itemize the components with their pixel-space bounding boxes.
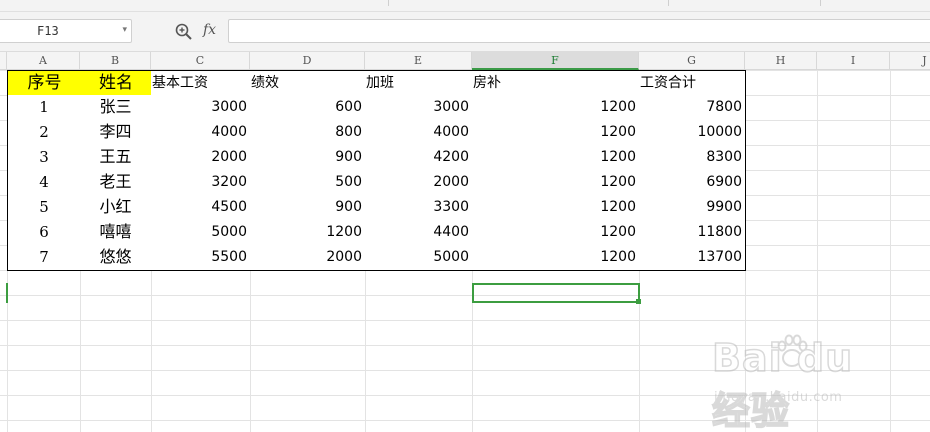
active-row-marker bbox=[6, 283, 8, 303]
selected-cell[interactable] bbox=[472, 283, 640, 303]
formula-input[interactable] bbox=[228, 19, 930, 43]
table-cell[interactable]: 600 bbox=[250, 95, 366, 121]
name-box-value: F13 bbox=[37, 24, 59, 38]
table-cell[interactable]: 2000 bbox=[365, 170, 473, 196]
table-cell[interactable]: 7 bbox=[7, 245, 81, 271]
table-cell[interactable]: 4000 bbox=[365, 120, 473, 146]
table-cell[interactable]: 1200 bbox=[472, 145, 640, 171]
table-cell[interactable]: 5000 bbox=[151, 220, 251, 246]
gridline-vertical bbox=[890, 70, 891, 432]
watermark-text: Bai du 经验 bbox=[711, 335, 854, 432]
column-header-g[interactable]: G bbox=[639, 52, 745, 70]
table-cell[interactable]: 2000 bbox=[151, 145, 251, 171]
table-cell[interactable]: 张三 bbox=[80, 95, 152, 121]
table-cell[interactable]: 900 bbox=[250, 145, 366, 171]
table-header-cell[interactable]: 基本工资 bbox=[151, 70, 251, 96]
table-cell[interactable]: 4400 bbox=[365, 220, 473, 246]
table-cell[interactable]: 嘻嘻 bbox=[80, 220, 152, 246]
column-header-a[interactable]: A bbox=[7, 52, 80, 70]
table-cell[interactable]: 11800 bbox=[639, 220, 746, 246]
table-cell[interactable]: 1200 bbox=[472, 245, 640, 271]
fill-handle[interactable] bbox=[636, 299, 641, 304]
column-header-b[interactable]: B bbox=[80, 52, 151, 70]
table-cell[interactable]: 2 bbox=[7, 120, 81, 146]
table-cell[interactable]: 4500 bbox=[151, 195, 251, 221]
column-header-j[interactable]: J bbox=[890, 52, 930, 70]
table-header-cell[interactable]: 房补 bbox=[472, 70, 640, 96]
table-cell[interactable]: 1200 bbox=[472, 220, 640, 246]
table-cell[interactable]: 老王 bbox=[80, 170, 152, 196]
table-cell[interactable]: 800 bbox=[250, 120, 366, 146]
table-cell[interactable]: 3000 bbox=[151, 95, 251, 121]
column-header-i[interactable]: I bbox=[817, 52, 890, 70]
table-cell[interactable]: 8300 bbox=[639, 145, 746, 171]
column-header-f[interactable]: F bbox=[472, 52, 639, 70]
watermark-url: jingyan.baidu.com bbox=[714, 390, 843, 405]
table-cell[interactable]: 4 bbox=[7, 170, 81, 196]
top-strip bbox=[0, 0, 930, 12]
table-cell[interactable]: 10000 bbox=[639, 120, 746, 146]
table-cell[interactable]: 5 bbox=[7, 195, 81, 221]
formula-bar: F13 ▾ fx bbox=[0, 12, 930, 52]
baidu-watermark: Bai du 经验 jingyan.baidu.com bbox=[711, 330, 884, 432]
table-cell[interactable]: 1200 bbox=[472, 170, 640, 196]
function-icon[interactable]: fx bbox=[203, 22, 216, 38]
gridline-horizontal bbox=[0, 320, 930, 321]
table-cell[interactable]: 9900 bbox=[639, 195, 746, 221]
table-cell[interactable]: 13700 bbox=[639, 245, 746, 271]
table-cell[interactable]: 李四 bbox=[80, 120, 152, 146]
chevron-down-icon[interactable]: ▾ bbox=[122, 25, 127, 35]
table-cell[interactable]: 悠悠 bbox=[80, 245, 152, 271]
table-cell[interactable]: 4200 bbox=[365, 145, 473, 171]
table-header-cell[interactable]: 绩效 bbox=[250, 70, 366, 96]
table-cell[interactable]: 5000 bbox=[365, 245, 473, 271]
table-header-cell[interactable]: 工资合计 bbox=[639, 70, 746, 96]
table-cell[interactable]: 3300 bbox=[365, 195, 473, 221]
table-cell[interactable]: 3000 bbox=[365, 95, 473, 121]
strip-separator bbox=[668, 0, 669, 6]
strip-separator bbox=[388, 0, 389, 6]
select-all-corner[interactable] bbox=[0, 52, 7, 70]
column-header-c[interactable]: C bbox=[151, 52, 250, 70]
column-header-h[interactable]: H bbox=[745, 52, 817, 70]
strip-separator bbox=[820, 0, 821, 6]
table-cell[interactable]: 1200 bbox=[472, 120, 640, 146]
table-cell[interactable]: 5500 bbox=[151, 245, 251, 271]
table-cell[interactable]: 7800 bbox=[639, 95, 746, 121]
table-cell[interactable]: 3 bbox=[7, 145, 81, 171]
table-cell[interactable]: 2000 bbox=[250, 245, 366, 271]
table-cell[interactable]: 1 bbox=[7, 95, 81, 121]
table-cell[interactable]: 6 bbox=[7, 220, 81, 246]
column-header-row: ABCDEFGHIJ bbox=[0, 52, 930, 70]
zoom-icon[interactable] bbox=[174, 22, 194, 42]
table-header-cell[interactable]: 姓名 bbox=[80, 70, 152, 96]
table-cell[interactable]: 900 bbox=[250, 195, 366, 221]
table-cell[interactable]: 500 bbox=[250, 170, 366, 196]
table-cell[interactable]: 3200 bbox=[151, 170, 251, 196]
table-cell[interactable]: 王五 bbox=[80, 145, 152, 171]
table-header-cell[interactable]: 序号 bbox=[7, 70, 81, 96]
table-cell[interactable]: 1200 bbox=[250, 220, 366, 246]
table-header-cell[interactable]: 加班 bbox=[365, 70, 473, 96]
table-cell[interactable]: 6900 bbox=[639, 170, 746, 196]
table-cell[interactable]: 4000 bbox=[151, 120, 251, 146]
column-header-d[interactable]: D bbox=[250, 52, 365, 70]
gridline-horizontal bbox=[0, 295, 930, 296]
table-cell[interactable]: 小红 bbox=[80, 195, 152, 221]
table-cell[interactable]: 1200 bbox=[472, 195, 640, 221]
table-cell[interactable]: 1200 bbox=[472, 95, 640, 121]
name-box[interactable]: F13 ▾ bbox=[0, 19, 132, 43]
column-header-e[interactable]: E bbox=[365, 52, 472, 70]
